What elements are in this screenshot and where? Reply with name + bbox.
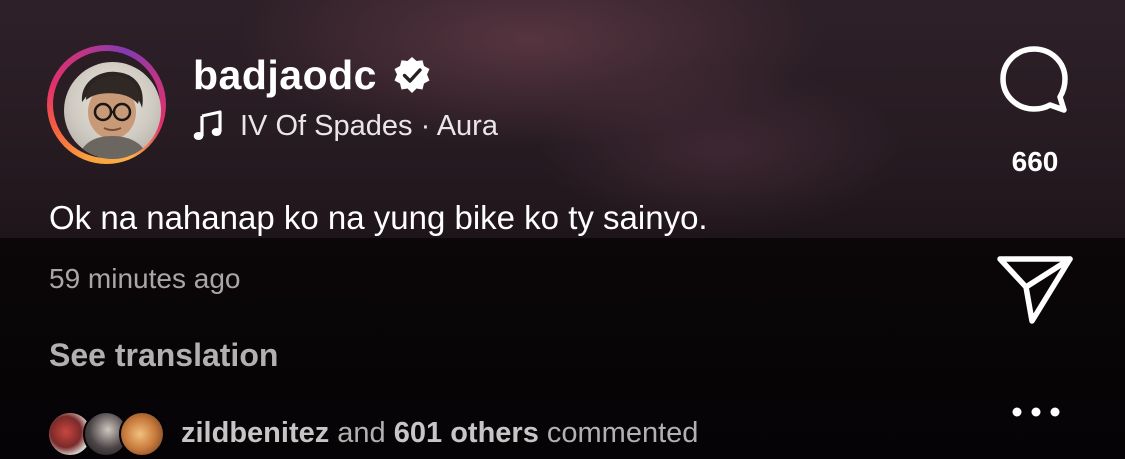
paper-plane-icon[interactable]	[996, 255, 1074, 325]
comments-suffix: commented	[546, 417, 699, 449]
audio-artist: IV Of Spades	[240, 110, 413, 142]
avatar-story-ring[interactable]	[47, 45, 166, 164]
avatar	[64, 62, 161, 159]
audio-track[interactable]: IV Of Spades · Aura	[240, 110, 498, 143]
verified-badge-icon	[394, 57, 430, 93]
comment-count: 660	[1011, 146, 1059, 177]
comments-summary[interactable]: zildbenitez and 601 others commented	[181, 417, 698, 450]
avatar-portrait	[78, 71, 148, 159]
username[interactable]: badjaodc	[193, 52, 377, 99]
post-timestamp: 59 minutes ago	[49, 263, 241, 294]
others-count: 601 others	[393, 417, 539, 449]
see-translation-button[interactable]: See translation	[49, 337, 278, 374]
comment-bubble-icon[interactable]	[998, 44, 1070, 116]
more-dots-icon[interactable]	[1010, 402, 1062, 422]
comments-connector: and	[337, 417, 386, 449]
audio-track-name: Aura	[436, 110, 498, 142]
first-commenter: zildbenitez	[181, 417, 330, 449]
post-caption: Ok na nahanap ko na yung bike ko ty sain…	[49, 199, 708, 236]
audio-separator: ·	[420, 110, 431, 142]
commenter-avatars[interactable]	[47, 411, 165, 457]
commenter-avatar	[119, 411, 165, 457]
music-note-icon	[193, 110, 222, 140]
